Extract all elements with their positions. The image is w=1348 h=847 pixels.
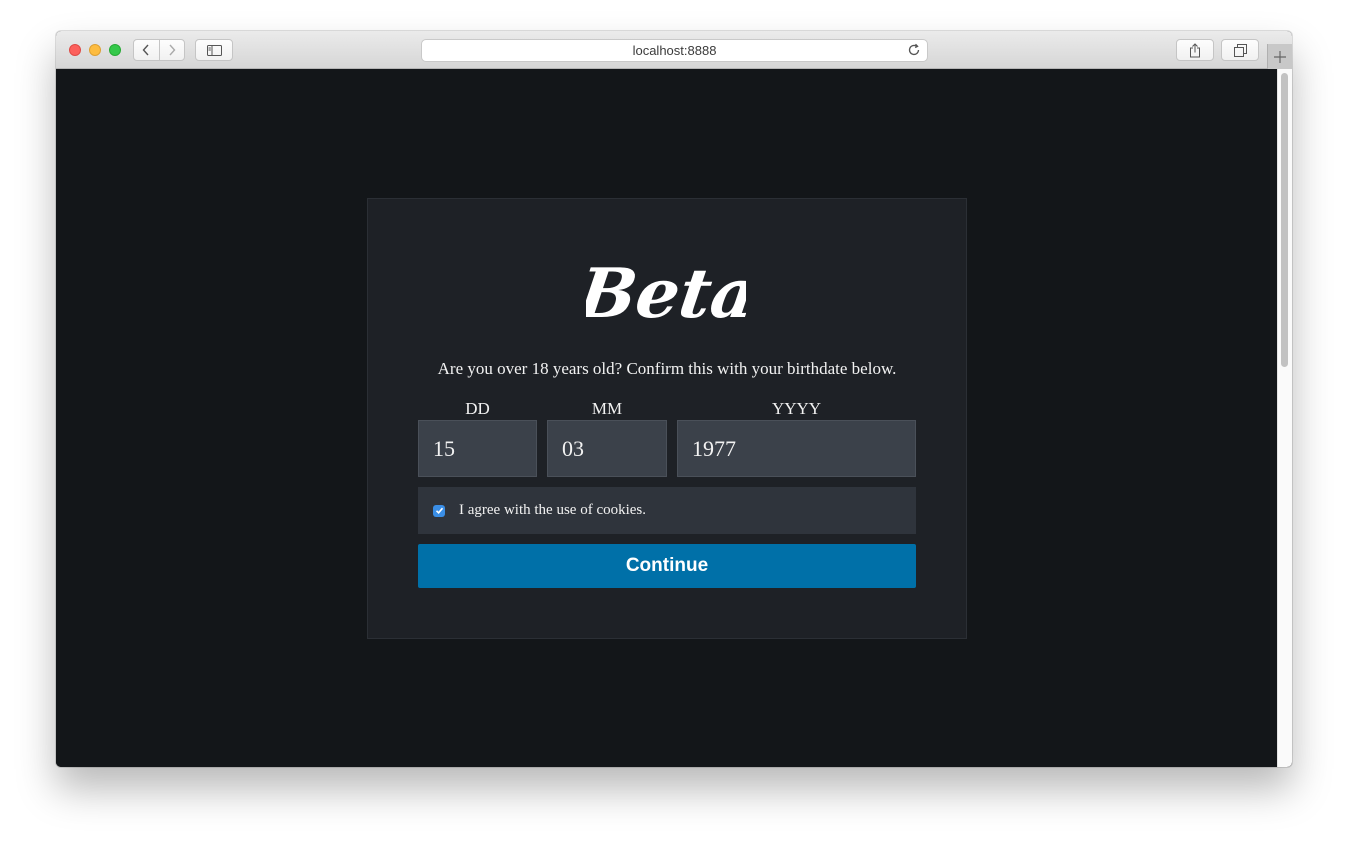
day-input[interactable]: 15: [418, 420, 537, 477]
plus-icon: [1274, 50, 1286, 63]
cookie-consent-label[interactable]: I agree with the use of cookies.: [459, 502, 646, 519]
minimize-window-button[interactable]: [89, 44, 101, 56]
forward-button[interactable]: [158, 40, 185, 60]
sidebar-button[interactable]: [195, 39, 233, 61]
close-window-button[interactable]: [69, 44, 81, 56]
back-icon: [142, 44, 149, 56]
show-tabs-button[interactable]: [1221, 39, 1259, 61]
day-value: 15: [433, 435, 455, 461]
cookie-consent-checkbox[interactable]: [433, 504, 445, 517]
browser-window: localhost:8888 Beta Are you over 18 year…: [56, 31, 1292, 767]
month-value: 03: [562, 435, 584, 461]
year-input[interactable]: 1977: [677, 420, 916, 477]
cookie-consent-row: I agree with the use of cookies.: [418, 487, 916, 534]
share-button[interactable]: [1176, 39, 1214, 61]
scrollbar-thumb[interactable]: [1281, 73, 1288, 367]
page-scrollbar[interactable]: [1277, 69, 1292, 767]
sidebar-icon: [206, 44, 222, 56]
beta-logo: Beta: [586, 254, 746, 334]
browser-toolbar: localhost:8888: [56, 31, 1292, 69]
reload-icon[interactable]: [907, 43, 921, 57]
svg-text:Beta: Beta: [586, 254, 746, 334]
age-verification-card: Beta Are you over 18 years old? Confirm …: [367, 198, 967, 639]
page-viewport: Beta Are you over 18 years old? Confirm …: [56, 69, 1292, 767]
tabs-icon: [1233, 43, 1247, 57]
year-label: YYYY: [771, 399, 822, 418]
address-bar[interactable]: localhost:8888: [421, 39, 928, 62]
continue-button[interactable]: Continue: [418, 544, 916, 588]
url-text: localhost:8888: [632, 43, 717, 58]
month-input[interactable]: 03: [547, 420, 667, 477]
month-label: MM: [591, 399, 623, 418]
back-button[interactable]: [134, 40, 159, 60]
forward-icon: [169, 44, 176, 56]
day-label: DD: [465, 399, 490, 418]
zoom-window-button[interactable]: [109, 44, 121, 56]
year-value: 1977: [692, 435, 736, 461]
age-question: Are you over 18 years old? Confirm this …: [437, 359, 897, 378]
checkmark-icon: [435, 507, 443, 514]
navigation-buttons: [133, 39, 185, 61]
new-tab-button[interactable]: [1267, 44, 1292, 69]
share-icon: [1190, 42, 1200, 57]
